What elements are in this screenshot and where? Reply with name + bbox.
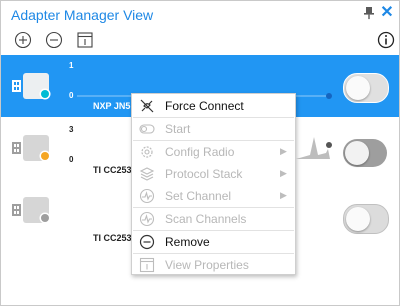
window-title: Adapter Manager View xyxy=(11,7,154,23)
gear-icon xyxy=(141,146,153,158)
submenu-arrow-icon: ▶ xyxy=(280,168,287,178)
adapter-name: TI CC253 xyxy=(93,165,132,175)
menu-item-start[interactable]: Start xyxy=(132,118,295,140)
menu-item-label: Set Channel xyxy=(165,189,232,203)
menu-item-remove[interactable]: Remove xyxy=(132,231,295,253)
menu-item-view-properties[interactable]: View Properties xyxy=(132,254,295,276)
menu-item-label: Scan Channels xyxy=(165,212,247,226)
minus-circle-icon xyxy=(139,234,155,250)
menu-item-config-radio[interactable]: Config Radio ▶ xyxy=(132,141,295,163)
title-bar: Adapter Manager View ✕ xyxy=(1,1,399,28)
toolbar xyxy=(1,28,399,54)
stack-layers-icon xyxy=(139,167,155,181)
adapter-manager-window: Adapter Manager View ✕ 1 0 NXP JN5 3 0 T… xyxy=(0,0,400,306)
menu-item-scan-channels[interactable]: Scan Channels xyxy=(132,208,295,230)
close-icon[interactable]: ✕ xyxy=(379,4,395,22)
menu-item-protocol-stack[interactable]: Protocol Stack ▶ xyxy=(132,163,295,185)
scan-icon xyxy=(139,211,155,227)
channel-icon xyxy=(139,188,155,204)
count-top: 3 xyxy=(69,125,74,134)
count-top: 1 xyxy=(69,61,74,70)
status-dot xyxy=(41,90,49,98)
properties-icon[interactable] xyxy=(76,31,94,49)
add-icon[interactable] xyxy=(14,31,32,49)
menu-item-force-connect[interactable]: Force Connect xyxy=(132,95,295,117)
info-icon[interactable] xyxy=(377,31,395,49)
activity-sparkline xyxy=(296,137,332,159)
status-dot xyxy=(41,214,49,222)
submenu-arrow-icon: ▶ xyxy=(280,190,287,200)
menu-item-label: Remove xyxy=(165,235,210,249)
connection-toggle[interactable] xyxy=(343,204,389,234)
status-dot xyxy=(41,152,49,160)
menu-item-label: Start xyxy=(165,122,191,136)
usb-adapter-icon xyxy=(12,197,51,224)
count-bottom: 0 xyxy=(69,155,74,164)
adapter-name: TI CC253 xyxy=(93,233,132,243)
properties-icon xyxy=(139,257,155,273)
menu-item-label: Protocol Stack xyxy=(165,167,243,181)
menu-item-label: Config Radio xyxy=(165,145,235,159)
toggle-start-icon xyxy=(139,124,155,134)
remove-icon[interactable] xyxy=(45,31,63,49)
connection-toggle[interactable] xyxy=(343,139,387,167)
submenu-arrow-icon: ▶ xyxy=(280,146,287,156)
menu-item-set-channel[interactable]: Set Channel ▶ xyxy=(132,185,295,207)
count-bottom: 0 xyxy=(69,91,74,100)
usb-adapter-icon xyxy=(12,73,51,100)
usb-adapter-icon xyxy=(12,135,51,162)
context-menu: Force Connect Start Config Radio ▶ Proto… xyxy=(131,93,296,275)
connection-toggle[interactable] xyxy=(343,73,389,103)
menu-item-label: View Properties xyxy=(165,258,249,272)
disconnected-plug-icon xyxy=(140,99,154,113)
menu-item-label: Force Connect xyxy=(165,99,244,113)
adapter-name: NXP JN5 xyxy=(93,101,131,111)
pin-icon[interactable] xyxy=(362,6,376,20)
